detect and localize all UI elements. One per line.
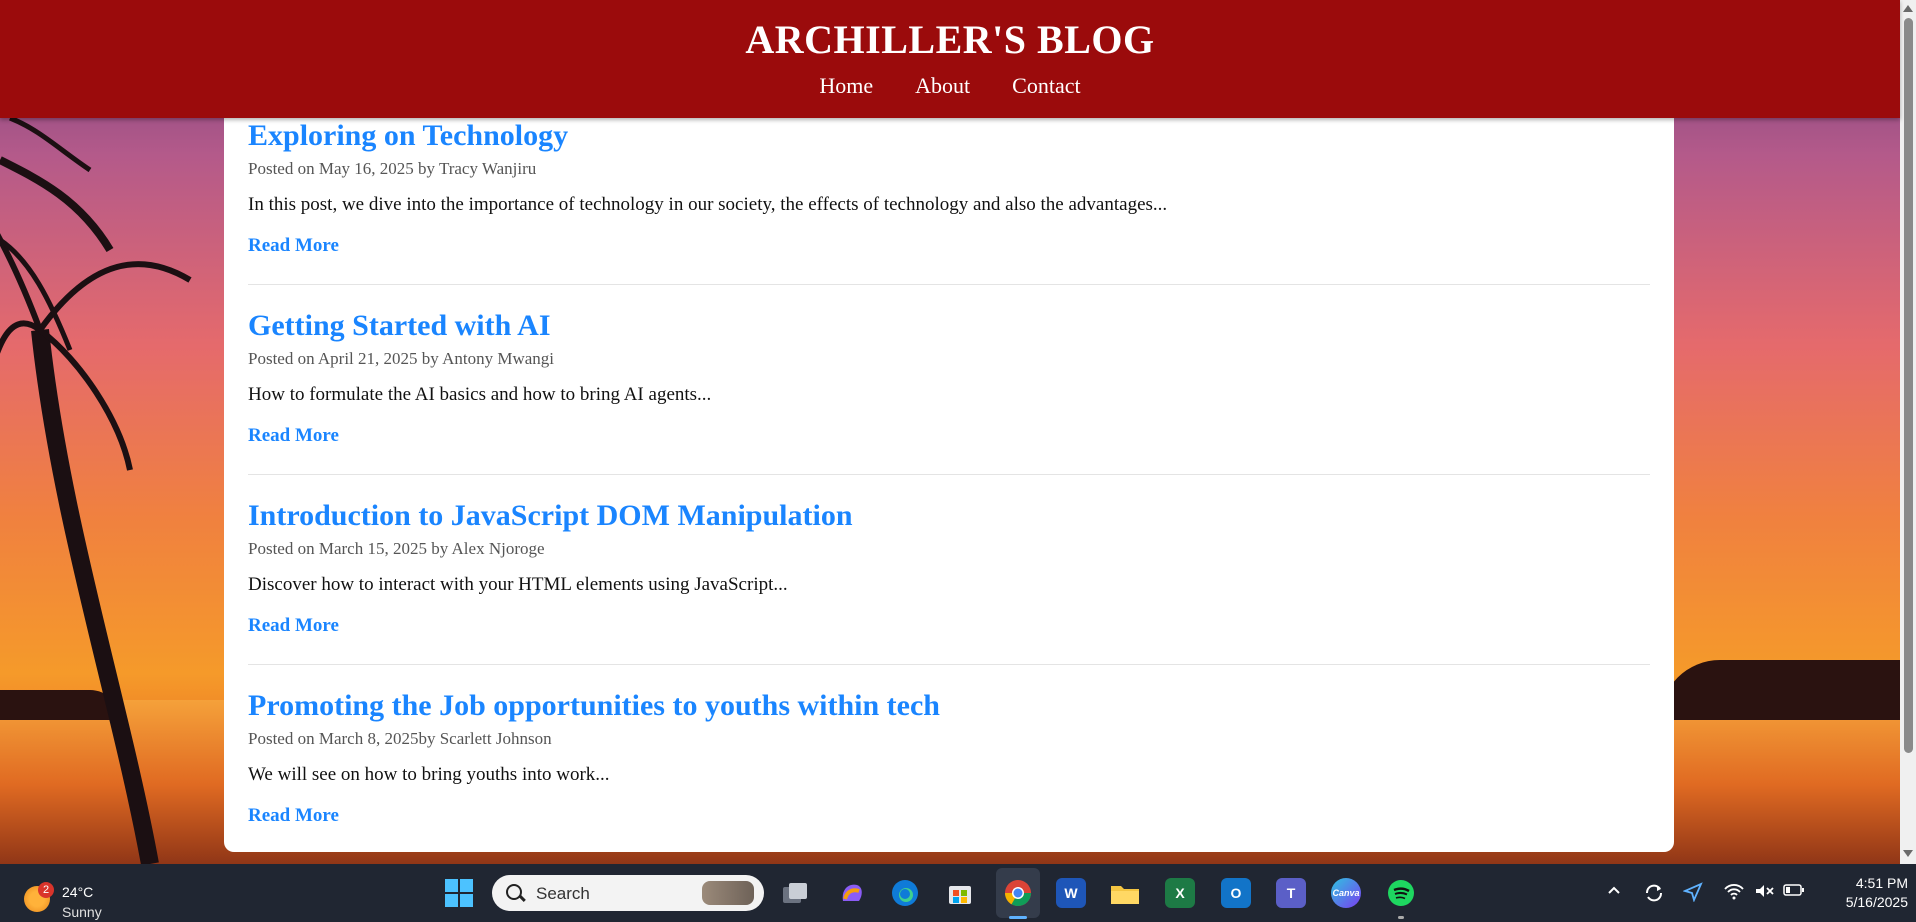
post-title[interactable]: Promoting the Job opportunities to youth…: [248, 688, 1650, 724]
microsoft-store-icon[interactable]: [945, 878, 975, 908]
windows-taskbar: 2 24°C Sunny Search W X O T Canva 4:51 P…: [0, 864, 1916, 922]
blog-post: Promoting the Job opportunities to youth…: [248, 688, 1650, 827]
word-icon[interactable]: W: [1056, 878, 1086, 908]
weather-widget[interactable]: 2 24°C Sunny: [22, 874, 122, 920]
windows-start-icon[interactable]: [444, 878, 474, 908]
wifi-icon[interactable]: [1723, 882, 1744, 904]
blog-post: Getting Started with AI Posted on April …: [248, 308, 1650, 475]
system-clock[interactable]: 4:51 PM 5/16/2025: [1808, 874, 1908, 912]
file-explorer-icon[interactable]: [1110, 878, 1140, 908]
post-title[interactable]: Getting Started with AI: [248, 308, 1650, 344]
location-icon[interactable]: [1682, 882, 1703, 904]
taskbar-search[interactable]: Search: [492, 875, 764, 911]
search-label: Search: [536, 884, 590, 903]
excel-icon[interactable]: X: [1165, 878, 1195, 908]
post-meta: Posted on March 8, 2025by Scarlett Johns…: [248, 729, 552, 748]
clock-date: 5/16/2025: [1845, 894, 1908, 910]
edge-icon[interactable]: [890, 878, 920, 908]
nav-about-link[interactable]: About: [915, 73, 970, 98]
read-more-link[interactable]: Read More: [248, 235, 339, 257]
clock-time: 4:51 PM: [1855, 875, 1908, 891]
blog-post: Exploring on Technology Posted on May 16…: [248, 118, 1650, 285]
running-app-indicator: [1398, 916, 1404, 919]
scrollbar-thumb[interactable]: [1904, 18, 1913, 753]
site-header: ARCHILLER'S BLOG Home About Contact: [0, 0, 1900, 118]
post-title[interactable]: Exploring on Technology: [248, 118, 1650, 154]
copilot-icon[interactable]: [836, 878, 866, 908]
post-title[interactable]: Introduction to JavaScript DOM Manipulat…: [248, 498, 1650, 534]
nav-home-link[interactable]: Home: [819, 73, 873, 98]
read-more-link[interactable]: Read More: [248, 425, 339, 447]
page-scrollbar[interactable]: [1900, 0, 1916, 864]
scroll-up-arrow-icon[interactable]: [1903, 5, 1913, 12]
post-excerpt: Discover how to interact with your HTML …: [248, 574, 788, 595]
island-right: [1660, 660, 1900, 720]
outlook-icon[interactable]: O: [1221, 878, 1251, 908]
chrome-icon[interactable]: [1003, 878, 1033, 908]
post-meta: Posted on March 15, 2025 by Alex Njoroge: [248, 539, 545, 558]
posts-container: Exploring on Technology Posted on May 16…: [224, 100, 1674, 852]
battery-icon[interactable]: [1783, 882, 1804, 904]
post-excerpt: We will see on how to bring youths into …: [248, 764, 610, 785]
weather-temp: 24°C: [62, 884, 94, 900]
post-divider: [248, 474, 1650, 475]
post-excerpt: How to formulate the AI basics and how t…: [248, 384, 712, 405]
chevron-up-icon[interactable]: [1604, 882, 1624, 904]
search-highlight-image: [702, 881, 754, 905]
weather-condition: Sunny: [62, 904, 102, 920]
post-divider: [248, 284, 1650, 285]
canva-icon[interactable]: Canva: [1331, 878, 1361, 908]
task-view-icon[interactable]: [780, 878, 810, 908]
post-divider: [248, 664, 1650, 665]
blog-post: Introduction to JavaScript DOM Manipulat…: [248, 498, 1650, 665]
volume-muted-icon[interactable]: [1754, 882, 1774, 904]
read-more-link[interactable]: Read More: [248, 805, 339, 827]
search-icon: [506, 884, 522, 900]
main-nav: Home About Contact: [0, 73, 1900, 99]
teams-icon[interactable]: T: [1276, 878, 1306, 908]
site-title: ARCHILLER'S BLOG: [745, 17, 1155, 62]
read-more-link[interactable]: Read More: [248, 615, 339, 637]
post-excerpt: In this post, we dive into the importanc…: [248, 194, 1168, 215]
scroll-down-arrow-icon[interactable]: [1903, 850, 1913, 857]
post-meta: Posted on April 21, 2025 by Antony Mwang…: [248, 349, 555, 368]
spotify-icon[interactable]: [1386, 878, 1416, 908]
sync-icon[interactable]: [1643, 882, 1663, 904]
nav-contact-link[interactable]: Contact: [1012, 73, 1080, 98]
active-app-indicator: [1009, 916, 1027, 919]
post-meta: Posted on May 16, 2025 by Tracy Wanjiru: [248, 159, 537, 178]
notification-badge: 2: [38, 882, 54, 898]
